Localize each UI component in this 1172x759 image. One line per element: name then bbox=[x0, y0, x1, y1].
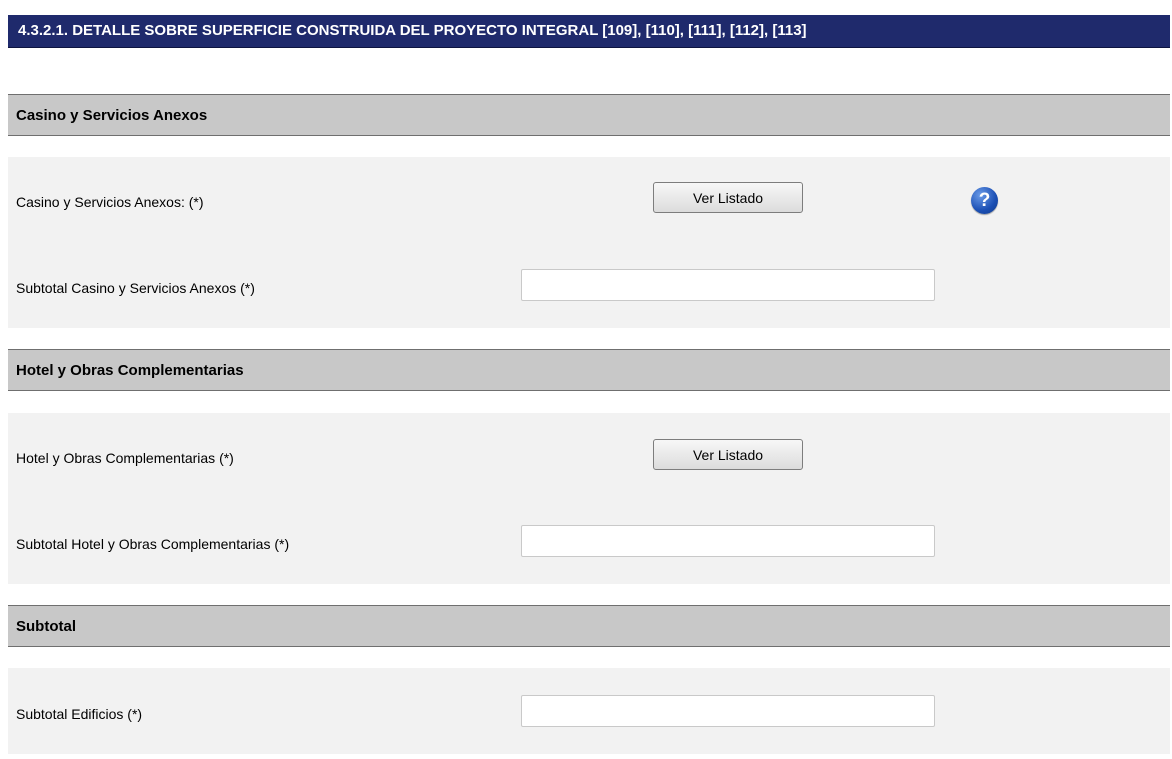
form-row-subtotal-edificios: Subtotal Edificios (*) bbox=[8, 668, 1170, 754]
section-header-hotel: Hotel y Obras Complementarias bbox=[8, 349, 1170, 391]
section-title: Casino y Servicios Anexos bbox=[16, 107, 208, 124]
casino-subtotal-label: Subtotal Casino y Servicios Anexos (*) bbox=[16, 280, 255, 296]
section-title: Subtotal bbox=[16, 618, 76, 635]
hotel-subtotal-label: Subtotal Hotel y Obras Complementarias (… bbox=[16, 536, 290, 552]
section-header-subtotal: Subtotal bbox=[8, 605, 1170, 647]
hotel-listado-label: Hotel y Obras Complementarias (*) bbox=[16, 450, 234, 466]
help-icon[interactable]: ? bbox=[971, 187, 998, 214]
form-page: 4.3.2.1. DETALLE SOBRE SUPERFICIE CONSTR… bbox=[0, 0, 1172, 759]
subtotal-edificios-input[interactable] bbox=[521, 695, 935, 727]
casino-subtotal-input[interactable] bbox=[521, 269, 935, 301]
form-row-hotel-listado: Hotel y Obras Complementarias (*) Ver Li… bbox=[8, 413, 1170, 499]
casino-ver-listado-button[interactable]: Ver Listado bbox=[653, 182, 803, 213]
hotel-subtotal-input[interactable] bbox=[521, 525, 935, 557]
section-header-casino: Casino y Servicios Anexos bbox=[8, 94, 1170, 136]
subtotal-edificios-label: Subtotal Edificios (*) bbox=[16, 706, 143, 722]
page-title: 4.3.2.1. DETALLE SOBRE SUPERFICIE CONSTR… bbox=[18, 22, 807, 39]
form-row-casino-subtotal: Subtotal Casino y Servicios Anexos (*) bbox=[8, 243, 1170, 328]
casino-listado-label: Casino y Servicios Anexos: (*) bbox=[16, 194, 204, 210]
section-title: Hotel y Obras Complementarias bbox=[16, 362, 244, 379]
form-row-hotel-subtotal: Subtotal Hotel y Obras Complementarias (… bbox=[8, 499, 1170, 584]
form-row-casino-listado: Casino y Servicios Anexos: (*) Ver Lista… bbox=[8, 157, 1170, 243]
hotel-ver-listado-button[interactable]: Ver Listado bbox=[653, 439, 803, 470]
page-title-bar: 4.3.2.1. DETALLE SOBRE SUPERFICIE CONSTR… bbox=[8, 15, 1170, 48]
